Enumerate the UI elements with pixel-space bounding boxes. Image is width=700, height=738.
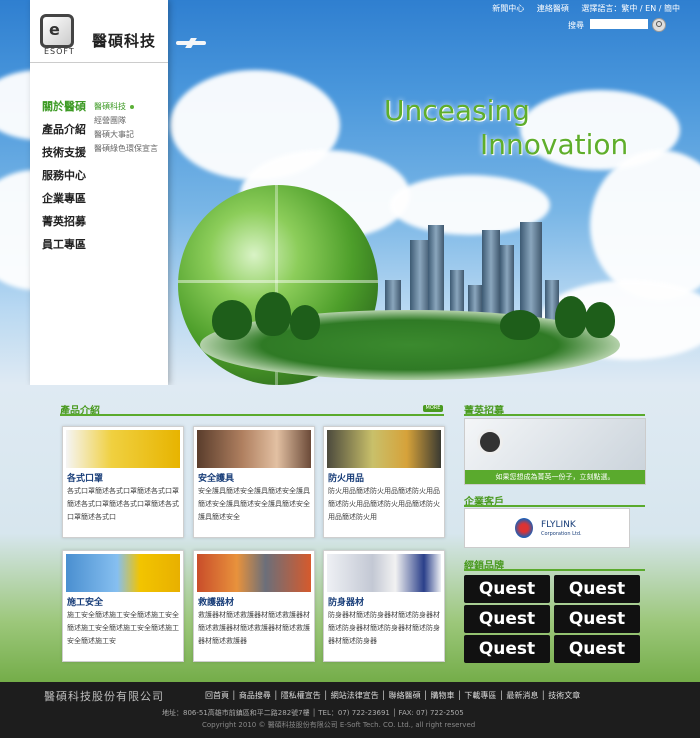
product-card[interactable]: 救護器材 救護器材簡述救護器材簡述救護器材簡述救護器材簡述救護器材簡述救護器材簡… [193, 550, 315, 662]
page: Unceasing Innovation 新聞中心 連絡醫碩 選擇語言：繁中 /… [0, 0, 700, 738]
product-image [327, 554, 441, 592]
client-subtitle: Corporation Ltd. [541, 531, 582, 537]
top-link-news[interactable]: 新聞中心 [492, 4, 524, 13]
product-title: 救護器材 [198, 598, 235, 608]
brand-logos: Quest Quest Quest Quest Quest Quest [464, 573, 644, 665]
left-navigation-panel: e ESOFT 醫碩科技 關於醫碩 產品介紹 技術支援 服務中心 企業專區 菁英… [30, 0, 168, 385]
logo-esoft-text: ESOFT [44, 47, 75, 56]
client-logo-flylink[interactable]: FLYLINK Corporation Ltd. [464, 508, 630, 548]
hero-tagline-line1: Unceasing [384, 94, 530, 127]
brand-logo-quest[interactable]: Quest [464, 635, 550, 663]
product-description: 施工安全簡述施工安全簡述施工安全簡述施工安全簡述施工安全簡述施工安全簡述施工安 [67, 611, 179, 645]
search-input[interactable] [590, 19, 648, 29]
content-area: 產品介紹 MORE 各式口罩 各式口罩簡述各式口罩簡述各式口罩簡述各式口罩簡述各… [0, 385, 700, 682]
active-dot-icon [130, 104, 134, 109]
product-card[interactable]: 防火用品 防火用品簡述防火用品簡述防火用品簡述防火用品簡述防火用品簡述防火用品簡… [323, 426, 445, 538]
product-card[interactable]: 防身器材 防身器材簡述防身器材簡述防身器材簡述防身器材簡述防身器材簡述防身器材簡… [323, 550, 445, 662]
flylink-logo-icon [515, 518, 533, 538]
nav-item-support[interactable]: 技術支援 [42, 144, 102, 167]
product-image [66, 430, 180, 468]
footer-address: 地址：806-51高雄市前鎮區和平二路282號7樓 │ TEL：07) 722-… [162, 709, 464, 717]
subnav-item[interactable]: 醫碩綠色環保宣言 [94, 143, 166, 157]
product-image [327, 430, 441, 468]
product-image [66, 554, 180, 592]
subnav-item[interactable]: 經營團隊 [94, 115, 166, 129]
nav-item-service[interactable]: 服務中心 [42, 167, 102, 190]
product-description: 安全護具簡述安全護具簡述安全護具簡述安全護具簡述安全護具簡述安全護具簡述安全 [198, 487, 310, 521]
search-area: 搜尋 [568, 18, 666, 32]
brand-logo-quest[interactable]: Quest [464, 605, 550, 633]
subnav-item[interactable]: 醫碩大事記 [94, 129, 166, 143]
recruit-title-underline [464, 414, 645, 416]
product-card[interactable]: 施工安全 施工安全簡述施工安全簡述施工安全簡述施工安全簡述施工安全簡述施工安全簡… [62, 550, 184, 662]
search-icon[interactable] [652, 18, 666, 32]
company-logo[interactable]: e ESOFT 醫碩科技 [40, 14, 158, 56]
product-title: 防身器材 [328, 598, 365, 608]
logo-mark-icon: e [40, 14, 74, 48]
subnav-item[interactable]: 醫碩科技 [94, 101, 166, 115]
product-card[interactable]: 各式口罩 各式口罩簡述各式口罩簡述各式口罩簡述各式口罩簡述各式口罩簡述各式口罩簡… [62, 426, 184, 538]
nav-item-recruit[interactable]: 菁英招募 [42, 213, 102, 236]
brand-logo-quest[interactable]: Quest [464, 575, 550, 603]
product-description: 防火用品簡述防火用品簡述防火用品簡述防火用品簡述防火用品簡述防火用品簡述防火用 [328, 487, 440, 521]
recruit-banner-text: 如果您想成為菁英一份子，立刻點選。 [465, 470, 645, 484]
logo-company-name: 醫碩科技 [92, 32, 157, 50]
nav-item-employee[interactable]: 員工專區 [42, 236, 102, 259]
tree [500, 310, 540, 340]
footer: 醫碩科技股份有限公司 回首頁 │ 商品搜尋 │ 隱私權宣告 │ 網站法律宣告 │… [0, 682, 700, 738]
nav-item-enterprise[interactable]: 企業專區 [42, 190, 102, 213]
brands-title-underline [464, 569, 645, 571]
footer-copyright: Copyright 2010 © 醫碩科技股份有限公司 E-Soft Tech.… [202, 721, 476, 729]
main-nav: 關於醫碩 產品介紹 技術支援 服務中心 企業專區 菁英招募 員工專區 [42, 98, 102, 259]
products-title-underline [60, 414, 444, 416]
brand-logo-quest[interactable]: Quest [554, 605, 640, 633]
footer-links[interactable]: 回首頁 │ 商品搜尋 │ 隱私權宣告 │ 網站法律宣告 │ 聯絡醫碩 │ 購物車… [205, 690, 580, 701]
nav-item-about[interactable]: 關於醫碩 [42, 98, 102, 121]
product-description: 各式口罩簡述各式口罩簡述各式口罩簡述各式口罩簡述各式口罩簡述各式口罩簡述各式口 [67, 487, 179, 521]
product-image [197, 554, 311, 592]
product-description: 救護器材簡述救護器材簡述救護器材簡述救護器材簡述救護器材簡述救護器材簡述救護器 [198, 611, 310, 645]
footer-company-name: 醫碩科技股份有限公司 [44, 690, 164, 703]
product-image [197, 430, 311, 468]
tree [585, 302, 615, 338]
coffee-cup-icon [477, 429, 503, 455]
tree [555, 296, 587, 338]
product-title: 各式口罩 [67, 474, 104, 484]
divider [30, 62, 168, 63]
recruit-banner[interactable]: 如果您想成為菁英一份子，立刻點選。 [464, 418, 646, 485]
top-link-contact[interactable]: 連絡醫碩 [537, 4, 569, 13]
nav-item-products[interactable]: 產品介紹 [42, 121, 102, 144]
top-link-language[interactable]: 選擇語言：繁中 / EN / 簡中 [581, 4, 680, 13]
product-title: 施工安全 [67, 598, 104, 608]
more-button[interactable]: MORE [423, 405, 443, 412]
client-name: FLYLINK [541, 520, 576, 530]
cloud [590, 150, 700, 300]
hero-tagline-line2: Innovation [480, 128, 629, 161]
brand-logo-quest[interactable]: Quest [554, 635, 640, 663]
product-card[interactable]: 安全護具 安全護具簡述安全護具簡述安全護具簡述安全護具簡述安全護具簡述安全護具簡… [193, 426, 315, 538]
tree [255, 292, 291, 336]
tree [212, 300, 252, 340]
top-links: 新聞中心 連絡醫碩 選擇語言：繁中 / EN / 簡中 [482, 3, 680, 14]
brand-logo-quest[interactable]: Quest [554, 575, 640, 603]
product-description: 防身器材簡述防身器材簡述防身器材簡述防身器材簡述防身器材簡述防身器材簡述防身器 [328, 611, 440, 645]
clients-title-underline [464, 505, 645, 507]
sub-nav: 醫碩科技 經營團隊 醫碩大事記 醫碩綠色環保宣言 [94, 101, 166, 157]
tree [290, 305, 320, 340]
search-label: 搜尋 [568, 21, 584, 30]
airplane-icon [176, 38, 210, 48]
product-title: 防火用品 [328, 474, 365, 484]
product-title: 安全護具 [198, 474, 235, 484]
